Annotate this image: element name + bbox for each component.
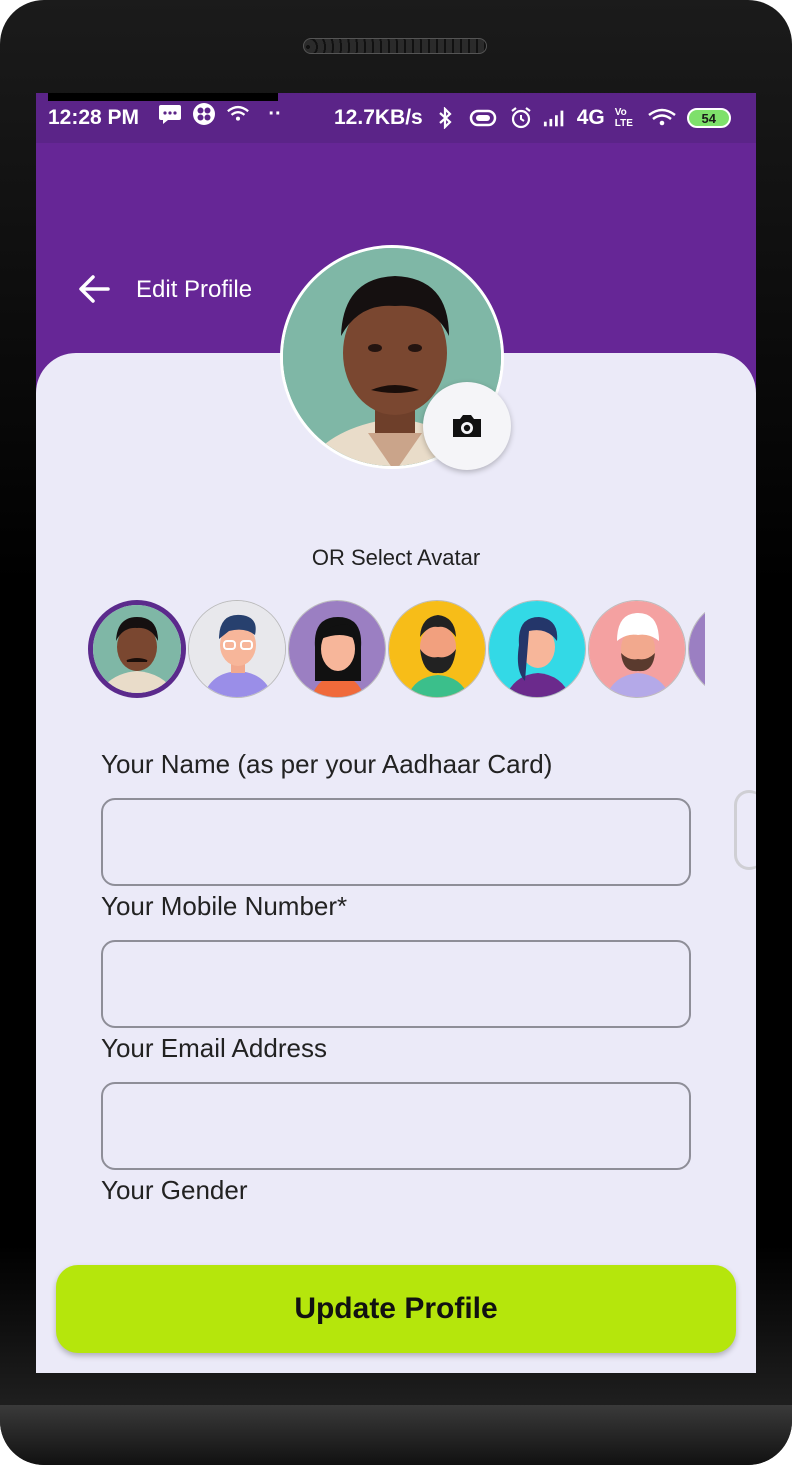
name-label: Your Name (as per your Aadhaar Card) (101, 749, 553, 779)
update-profile-button[interactable]: Update Profile (56, 1265, 736, 1353)
avatar-option-woman-black-hair[interactable] (288, 600, 386, 698)
notch (48, 93, 278, 101)
camera-icon (453, 415, 481, 437)
message-icon (158, 103, 182, 125)
net-speed: 12.7KB/s (334, 106, 423, 129)
dots-icon: ·· (268, 102, 282, 125)
mobile-label: Your Mobile Number* (101, 891, 348, 921)
battery-indicator: 54 (686, 108, 731, 128)
mobile-input[interactable] (101, 940, 691, 1028)
email-input[interactable] (101, 1082, 691, 1170)
status-right: 12.7KB/s 4G Vo LTE 54 (334, 106, 731, 130)
avatar-section-label: OR Select Avatar (311, 545, 481, 570)
vibrate-icon (467, 107, 499, 129)
phone-chin (0, 1405, 792, 1465)
alarm-icon (509, 107, 533, 129)
avatar-option-man-turban[interactable] (588, 600, 686, 698)
signal-icon (543, 107, 567, 129)
name-input[interactable] (101, 798, 691, 886)
wifi-icon (226, 103, 250, 125)
bluetooth-icon (433, 107, 457, 129)
status-bar: 12:28 PM ·· 12.7KB/s 4G Vo LTE 54 (36, 93, 756, 143)
phone-frame: 12:28 PM ·· 12.7KB/s 4G Vo LTE 54 Edit P… (0, 0, 792, 1465)
gender-label: Your Gender (101, 1175, 248, 1205)
avatar-carousel[interactable] (88, 598, 705, 700)
wifi-icon-2 (647, 107, 677, 129)
status-time: 12:28 PM (48, 106, 140, 129)
volte-label: Vo LTE (614, 107, 633, 129)
page-title: Edit Profile (136, 276, 253, 303)
status-left-icons: ·· (158, 103, 290, 125)
arrow-left-icon (79, 275, 110, 303)
email-label: Your Email Address (101, 1033, 327, 1063)
change-photo-button[interactable] (423, 382, 511, 470)
scroll-handle[interactable] (734, 790, 756, 870)
avatar-option-man-glasses[interactable] (188, 600, 286, 698)
avatar-option-woman-blue[interactable] (488, 600, 586, 698)
profile-card: OR Select Avatar Your Name (as per your … (36, 245, 756, 1373)
avatar-option-partial[interactable] (688, 600, 705, 698)
avatar-option-photo[interactable] (88, 600, 186, 698)
avatar-option-man-beard[interactable] (388, 600, 486, 698)
speaker-grille (303, 38, 487, 54)
network-type: 4G (576, 106, 605, 129)
app-screen: 12:28 PM ·· 12.7KB/s 4G Vo LTE 54 Edit P… (36, 93, 756, 1373)
app-icon (192, 103, 216, 125)
back-button[interactable] (76, 271, 112, 307)
